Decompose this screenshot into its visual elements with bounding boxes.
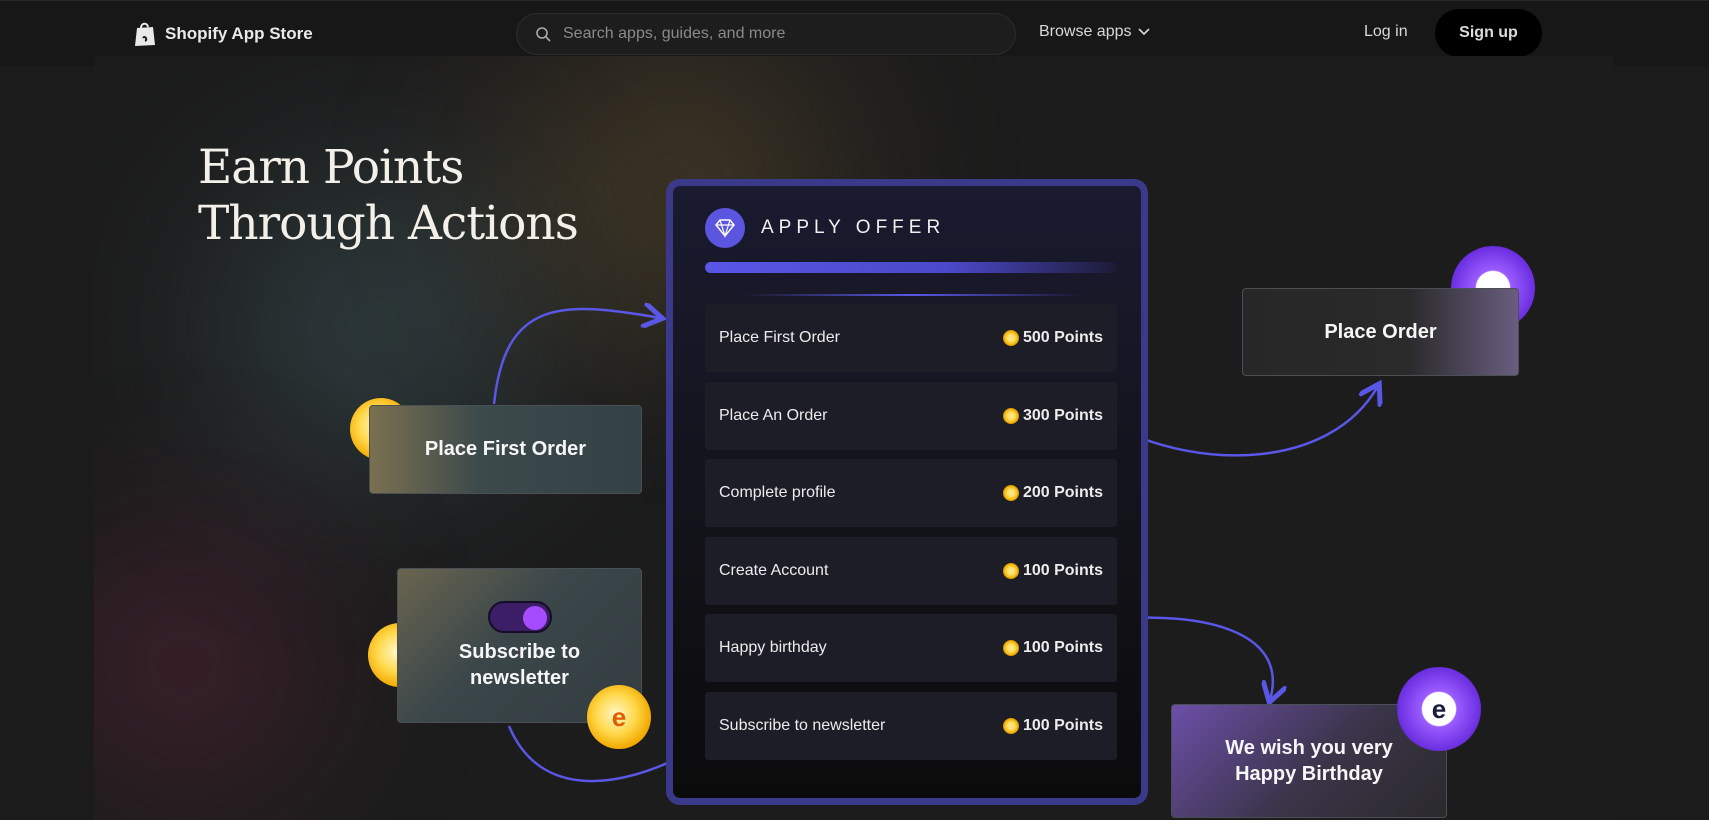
coin-icon: e: [1397, 667, 1481, 751]
coin-icon: [1002, 562, 1019, 579]
place-first-order-card: Place First Order: [369, 405, 642, 494]
coin-icon: [1002, 330, 1019, 346]
coin-icon: e: [587, 685, 651, 749]
offer-progress-bar: [705, 262, 1117, 273]
card-label-line-2: Happy Birthday: [1235, 763, 1383, 785]
offer-list: Place First Order 500 Points Place An Or…: [705, 304, 1117, 769]
offer-row[interactable]: Happy birthday 100 Points: [705, 614, 1117, 682]
offer-points: 100 Points: [1002, 561, 1103, 580]
offer-label: Create Account: [719, 561, 829, 579]
card-label: Place Order: [1324, 320, 1437, 343]
points-value: 300 Points: [1022, 406, 1103, 424]
offer-points: 200 Points: [1002, 484, 1103, 502]
coin-icon: [1002, 717, 1019, 734]
offer-row[interactable]: Complete profile 200 Points: [705, 459, 1117, 527]
panel-title: APPLY OFFER: [761, 217, 946, 238]
offer-points: 100 Points: [1002, 716, 1103, 735]
offer-points: 300 Points: [1002, 406, 1103, 425]
points-value: 100 Points: [1022, 561, 1103, 579]
coin-icon: [1002, 640, 1019, 656]
card-label: Place First Order: [424, 438, 587, 460]
card-label-line-2: newsletter: [470, 666, 569, 689]
offer-row[interactable]: Subscribe to newsletter 100 Points: [705, 691, 1117, 760]
offer-row[interactable]: Place First Order 500 Points: [705, 304, 1117, 372]
arrow-first-order: [492, 309, 660, 405]
subscribe-toggle[interactable]: [487, 600, 552, 633]
offer-label: Complete profile: [719, 484, 836, 501]
points-value: 100 Points: [1022, 716, 1103, 734]
coin-letter-icon: e: [1431, 693, 1447, 724]
offer-label: Place An Order: [719, 406, 828, 424]
points-value: 500 Points: [1022, 329, 1103, 346]
points-value: 200 Points: [1022, 484, 1103, 501]
offer-label: Place First Order: [719, 329, 840, 346]
card-label-line-1: Subscribe to: [458, 640, 581, 663]
apply-offer-panel: APPLY OFFER Place First Order 500 Points…: [666, 179, 1148, 805]
offer-row[interactable]: Create Account 100 Points: [705, 536, 1117, 605]
toggle-knob: [522, 605, 547, 630]
card-label-line-1: We wish you very: [1225, 737, 1393, 759]
place-order-card: Place Order: [1242, 288, 1519, 376]
divider: [743, 294, 1083, 296]
coin-letter-icon: e: [611, 701, 627, 732]
offer-points: 500 Points: [1002, 329, 1103, 347]
points-value: 100 Points: [1022, 639, 1103, 656]
coin-icon: [1002, 407, 1019, 424]
panel-header: APPLY OFFER: [705, 208, 945, 248]
offer-label: Subscribe to newsletter: [719, 716, 886, 734]
diamond-icon: [705, 208, 745, 248]
coin-icon: [1002, 485, 1019, 501]
offer-points: 100 Points: [1002, 639, 1103, 657]
arrow-place-order: [1115, 386, 1378, 457]
offer-label: Happy birthday: [719, 639, 827, 656]
offer-row[interactable]: Place An Order 300 Points: [705, 381, 1117, 450]
